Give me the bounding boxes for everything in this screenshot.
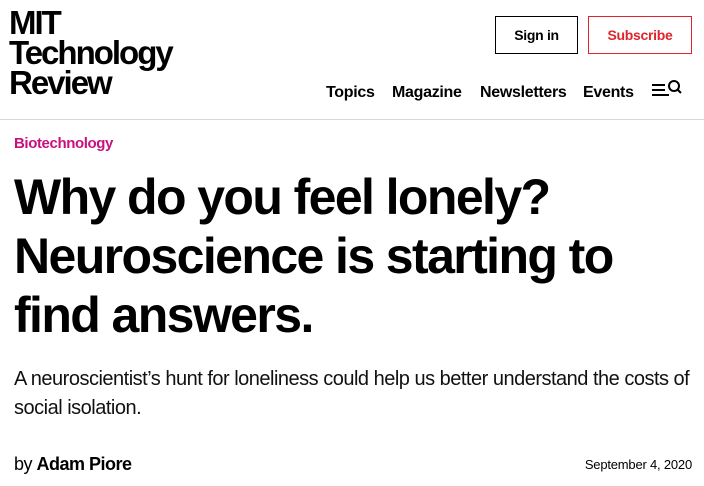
nav-item-newsletters[interactable]: Newsletters bbox=[480, 84, 567, 102]
site-logo[interactable]: MIT Technology Review bbox=[9, 6, 174, 101]
article-headline: Why do you feel lonely? Neuroscience is … bbox=[14, 169, 614, 343]
nav-item-events[interactable]: Events bbox=[583, 84, 634, 102]
byline-prefix: by bbox=[14, 454, 33, 474]
subscribe-button[interactable]: Subscribe bbox=[588, 16, 692, 54]
nav-item-magazine[interactable]: Magazine bbox=[392, 84, 462, 102]
article-dek: A neuroscientist’s hunt for loneliness c… bbox=[14, 368, 690, 419]
byline: by Adam Piore bbox=[14, 454, 132, 475]
author-link[interactable]: Adam Piore bbox=[37, 454, 133, 474]
publish-date: September 4, 2020 bbox=[584, 457, 692, 472]
category-link[interactable]: Biotechnology bbox=[14, 135, 113, 152]
nav-item-topics[interactable]: Topics bbox=[326, 84, 375, 102]
header-divider bbox=[0, 119, 704, 120]
sign-in-button[interactable]: Sign in bbox=[495, 16, 578, 54]
menu-search-icon[interactable] bbox=[651, 79, 683, 99]
logo-line-review: Review bbox=[9, 64, 113, 101]
